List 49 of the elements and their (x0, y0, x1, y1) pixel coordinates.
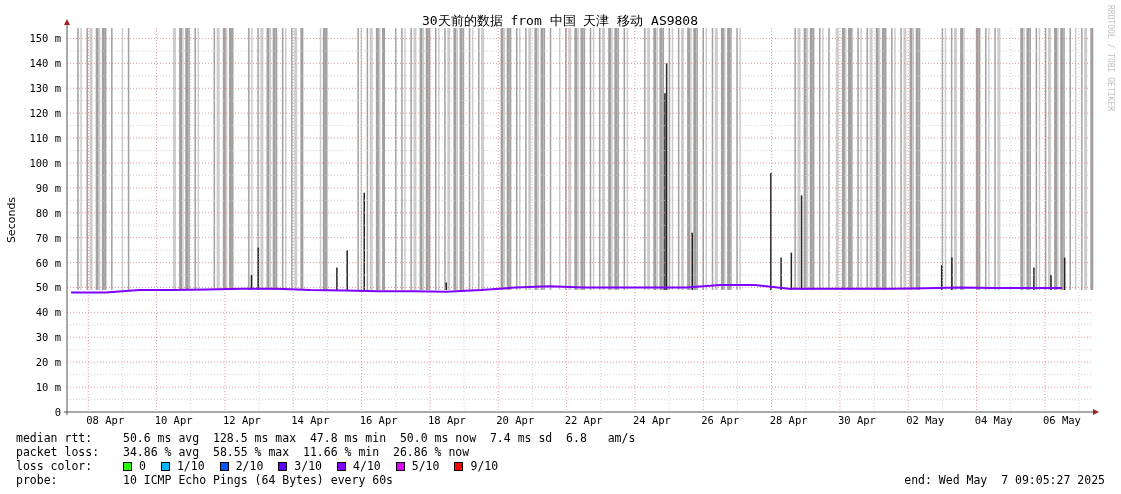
x-tick-label: 04 May (974, 414, 1013, 426)
y-tick-label: 50 m (35, 281, 61, 294)
loss-level-text: 5/10 (411, 459, 440, 473)
end-time: end: Wed May 7 09:05:27 2025 (904, 473, 1105, 487)
x-tick-label: 12 Apr (222, 414, 261, 426)
loss-level-text: 9/10 (470, 459, 499, 473)
loss-level-text: 3/10 (294, 459, 323, 473)
x-tick-label: 24 Apr (632, 414, 671, 426)
y-tick-label: 90 m (35, 181, 61, 194)
x-tick-label: 06 May (1042, 414, 1081, 426)
y-tick-label: 150 m (29, 32, 61, 45)
stat-values: 34.86 % avg 58.55 % max 11.66 % min 26.86 % now (123, 445, 470, 459)
y-tick-label: 120 m (29, 107, 61, 120)
x-tick-label: 16 Apr (359, 414, 398, 426)
y-tick-label: 140 m (29, 57, 61, 70)
probe-text: 10 ICMP Echo Pings (64 Bytes) every 60s (123, 473, 394, 487)
x-tick-label: 14 Apr (291, 414, 330, 426)
y-tick-label: 100 m (29, 156, 61, 169)
x-tick-label: 28 Apr (769, 414, 808, 426)
loss-level-text: 2/10 (235, 459, 264, 473)
loss-color-label: loss color: (16, 459, 94, 473)
loss-level-text: 0 (139, 459, 146, 473)
x-tick-label: 22 Apr (564, 414, 603, 426)
x-tick-label: 26 Apr (701, 414, 740, 426)
y-tick-label: 0 (54, 406, 61, 418)
y-axis-label: Seconds (5, 196, 18, 244)
credit-text: RRDTOOL / TOBI OETIKER (1106, 5, 1115, 111)
loss-level-text: 4/10 (353, 459, 381, 473)
y-tick-label: 80 m (35, 206, 61, 219)
y-tick-label: 20 m (35, 356, 61, 369)
y-tick-label: 40 m (35, 306, 61, 319)
x-tick-label: 20 Apr (496, 414, 535, 426)
y-tick-label: 70 m (35, 231, 61, 244)
loss-level-text: 1/10 (176, 459, 205, 473)
x-tick-label: 18 Apr (427, 414, 466, 426)
stat-label: median rtt: (16, 431, 94, 445)
x-tick-label: 02 May (906, 414, 945, 426)
y-tick-label: 110 m (29, 132, 61, 145)
y-tick-label: 60 m (35, 256, 61, 269)
probe-label: probe: (16, 473, 59, 487)
stat-label: packet loss: (16, 445, 101, 459)
y-tick-label: 30 m (35, 331, 61, 344)
x-tick-label: 08 Apr (86, 414, 125, 426)
x-tick-label: 10 Apr (154, 414, 193, 426)
y-tick-label: 130 m (29, 82, 61, 95)
x-tick-label: 30 Apr (837, 414, 876, 426)
stat-values: 50.6 ms avg 128.5 ms max 47.8 ms min 50.0 ms now 7.4 ms sd 6.8 am/s (123, 431, 636, 445)
graph-title: 30天前的数据 from 中国 天津 移动 AS9808 (421, 13, 699, 28)
y-tick-label: 10 m (35, 381, 61, 394)
